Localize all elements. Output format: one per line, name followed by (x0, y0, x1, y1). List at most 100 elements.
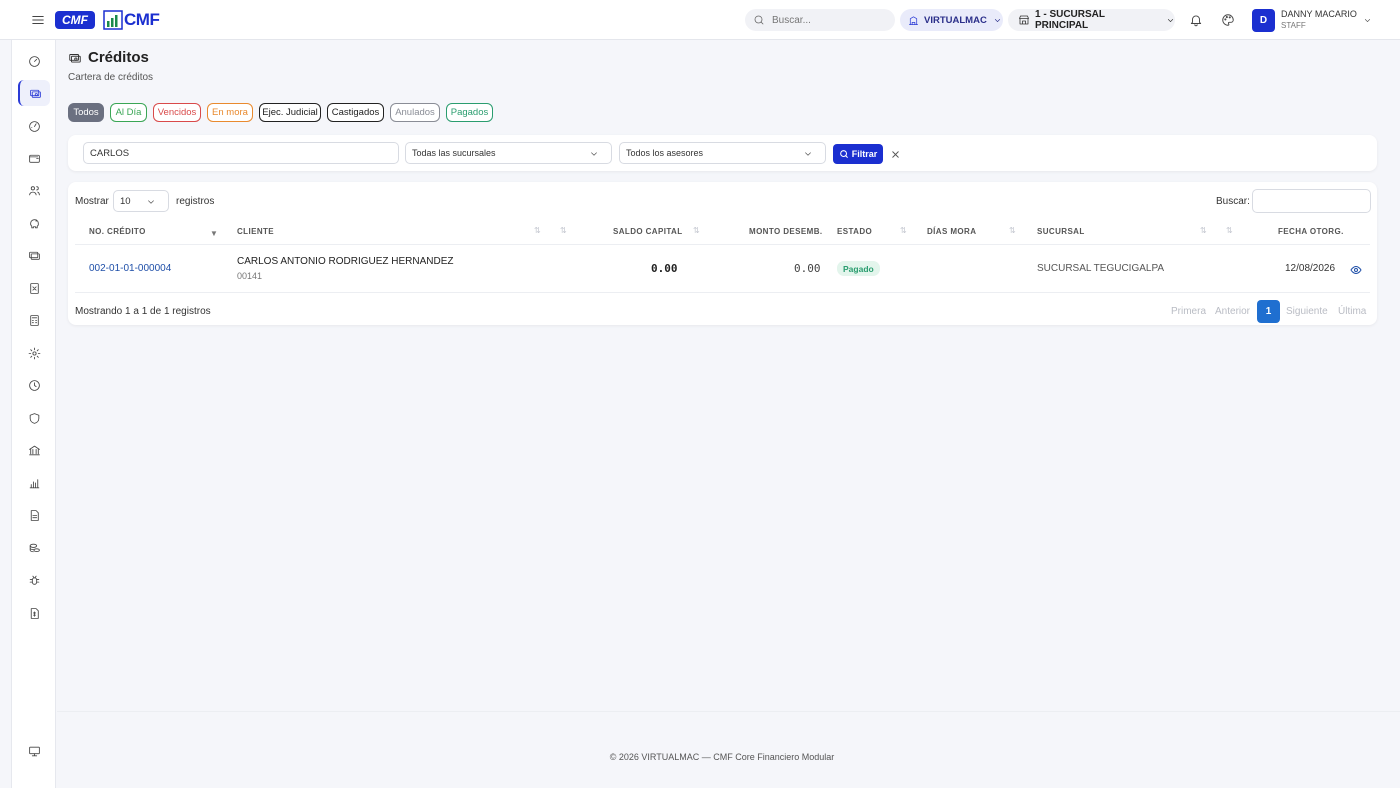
company-name: VIRTUALMAC (924, 14, 987, 26)
sidebar-item-security[interactable] (18, 405, 50, 431)
calc-doc-icon (28, 282, 41, 295)
saldo-capital: 0.00 (651, 262, 678, 275)
advisor-select-value: Todos los asesores (626, 148, 704, 158)
status-badge: Pagado (837, 261, 880, 276)
calculator-icon (28, 314, 41, 327)
column-header-fecha[interactable]: FECHA OTORG. (1278, 227, 1344, 236)
pagination-prev[interactable]: Anterior (1215, 306, 1250, 317)
page-footer: © 2026 VIRTUALMAC — CMF Core Financiero … (609, 752, 835, 762)
table-footer-divider (75, 292, 1370, 293)
tab-todos[interactable]: Todos (68, 103, 104, 122)
advisor-select[interactable]: Todos los asesores (619, 142, 826, 164)
tab-pagados[interactable]: Pagados (446, 103, 493, 122)
search-icon (839, 149, 849, 159)
sort-icon: ⇅ (1009, 226, 1016, 235)
column-header-saldo[interactable]: SALDO CAPITAL (613, 227, 683, 236)
column-header-dias-mora[interactable]: DÍAS MORA (927, 227, 976, 236)
sidebar-item-calculator[interactable] (18, 275, 50, 301)
pagination-first[interactable]: Primera (1171, 306, 1206, 317)
chevron-down-icon (993, 16, 1002, 25)
sidebar-item-clients[interactable] (18, 177, 50, 203)
sidebar-item-debug[interactable] (18, 567, 50, 593)
top-bar: CMF CMF Buscar... VIRTUALMAC 1 - SUCURSA… (0, 0, 1400, 40)
clear-filter-icon[interactable] (889, 148, 901, 160)
speedometer-icon (28, 120, 41, 133)
page-footer-divider (57, 711, 1400, 712)
records-label: registros (176, 196, 215, 207)
sidebar-item-settings[interactable] (18, 340, 50, 366)
users-icon (28, 184, 41, 197)
money-icon (68, 51, 82, 65)
table-info: Mostrando 1 a 1 de 1 registros (75, 306, 211, 317)
bug-icon (28, 574, 41, 587)
client-code: 00141 (237, 271, 263, 281)
credit-number-link[interactable]: 002-01-01-000004 (89, 263, 171, 274)
coins-icon (28, 542, 41, 555)
bar-chart-icon (28, 477, 41, 490)
bell-icon[interactable] (1189, 13, 1203, 27)
pagination-last[interactable]: Última (1338, 306, 1366, 317)
company-selector[interactable]: VIRTUALMAC (900, 9, 1003, 31)
sidebar-item-speed[interactable] (18, 113, 50, 139)
branch-selector[interactable]: 1 - SUCURSAL PRINCIPAL (1008, 9, 1175, 31)
gear-icon (28, 347, 41, 360)
table-search-label: Buscar: (1216, 196, 1250, 207)
table-row[interactable] (75, 245, 1370, 292)
sidebar-item-payments[interactable] (18, 242, 50, 268)
store-icon (1018, 14, 1030, 26)
sidebar-item-simulator[interactable] (18, 307, 50, 333)
sidebar-item-wallet[interactable] (18, 145, 50, 171)
document-icon (28, 509, 41, 522)
tab-castigados[interactable]: Castigados (327, 103, 384, 122)
sidebar-item-documents[interactable] (18, 502, 50, 528)
cash-icon (28, 249, 41, 262)
tab-vencidos[interactable]: Vencidos (153, 103, 201, 122)
tab-en-mora[interactable]: En mora (207, 103, 253, 122)
chevron-down-icon (146, 197, 156, 207)
sort-desc-icon: ▼ (210, 229, 218, 238)
palette-icon[interactable] (1221, 13, 1235, 27)
sidebar-item-reports[interactable] (18, 470, 50, 496)
pagination-current[interactable]: 1 (1257, 300, 1280, 323)
sidebar-item-monitor[interactable] (18, 738, 50, 764)
user-menu[interactable]: D DANNY MACARIO STAFF (1252, 8, 1372, 32)
sidebar-item-coins[interactable] (18, 535, 50, 561)
eye-icon[interactable] (1349, 263, 1362, 276)
tab-anulados[interactable]: Anulados (390, 103, 440, 122)
sidebar-item-history[interactable] (18, 372, 50, 398)
tab-ejec-judicial[interactable]: Ejec. Judicial (259, 103, 321, 122)
sidebar-item-savings[interactable] (18, 210, 50, 236)
sidebar-item-bank[interactable] (18, 437, 50, 463)
filter-button[interactable]: Filtrar (833, 144, 883, 164)
column-header-monto[interactable]: MONTO DESEMB. (749, 227, 823, 236)
bar-chart-logo-icon (103, 10, 123, 30)
sidebar-item-dashboard[interactable] (18, 48, 50, 74)
column-header-client[interactable]: CLIENTE (237, 227, 274, 236)
tab-al-dia[interactable]: Al Día (110, 103, 147, 122)
gauge-icon (28, 55, 41, 68)
column-header-estado[interactable]: ESTADO (837, 227, 872, 236)
pagination-next[interactable]: Siguiente (1286, 306, 1328, 317)
column-header-credit-no[interactable]: NO. CRÉDITO (89, 227, 146, 236)
fecha-otorgamiento: 12/08/2026 (1285, 263, 1336, 274)
monto-desembolsado: 0.00 (794, 262, 821, 275)
money-icon (29, 87, 42, 100)
cmf-logo[interactable]: CMF (55, 11, 95, 29)
user-info: DANNY MACARIO STAFF (1281, 9, 1357, 31)
sidebar-item-credits[interactable] (18, 80, 50, 106)
sidebar (11, 40, 56, 788)
sidebar-item-invoice[interactable] (18, 600, 50, 626)
page-size-select[interactable]: 10 (113, 190, 169, 212)
client-search-input[interactable]: CARLOS (83, 142, 399, 164)
page-header: Créditos Cartera de créditos (68, 49, 153, 83)
bank-icon (28, 444, 41, 457)
column-header-sucursal[interactable]: SUCURSAL (1037, 227, 1085, 236)
table-search-input[interactable] (1252, 189, 1371, 213)
sort-icon: ⇅ (1200, 226, 1207, 235)
global-search[interactable]: Buscar... (745, 9, 895, 31)
brand-logo: CMF (103, 9, 165, 31)
user-name: DANNY MACARIO (1281, 9, 1357, 19)
menu-icon[interactable] (30, 12, 46, 28)
branch-select[interactable]: Todas las sucursales (405, 142, 612, 164)
monitor-icon (28, 745, 41, 758)
